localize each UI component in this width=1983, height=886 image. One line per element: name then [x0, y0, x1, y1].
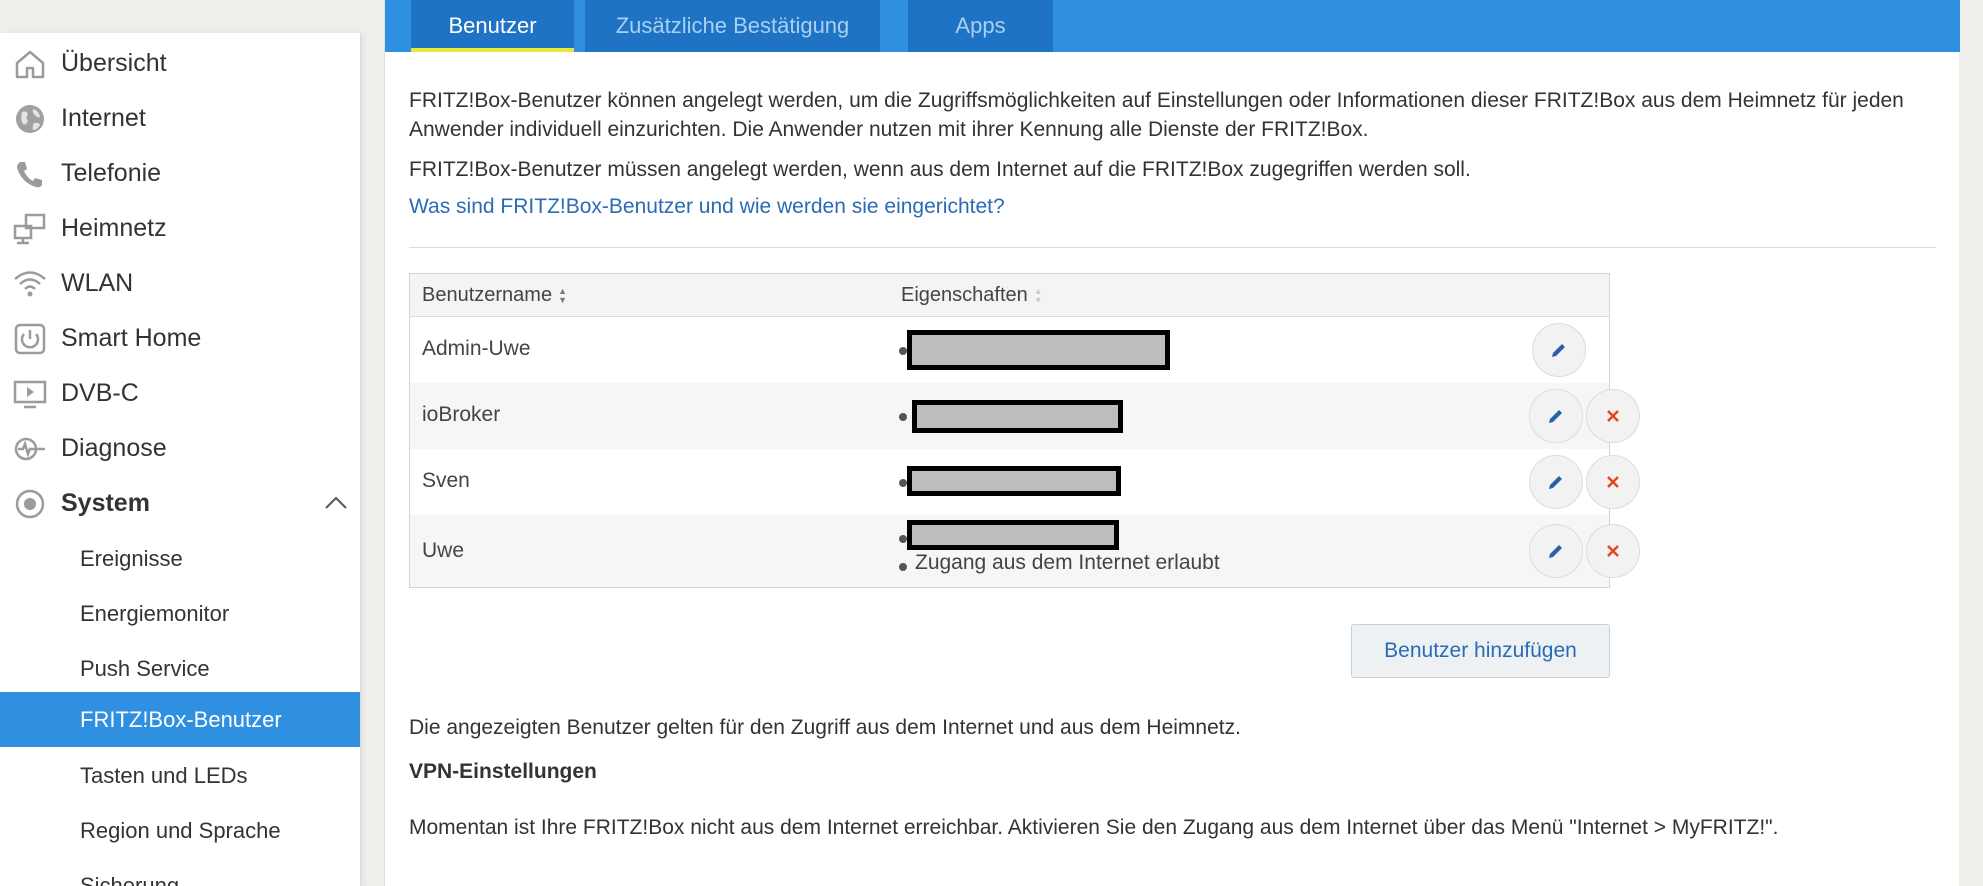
sidebar-item-sicherung[interactable]: Sicherung	[0, 858, 360, 886]
property-bullet	[899, 479, 907, 487]
nav-label: WLAN	[61, 269, 134, 297]
table-header: Benutzername ▲ ▼ Eigenschaften ▲ ▼	[410, 274, 1609, 317]
column-header-benutzername[interactable]: Benutzername ▲ ▼	[422, 284, 567, 307]
user-name: Sven	[422, 469, 470, 492]
nav-item-wlan[interactable]: WLAN	[0, 256, 360, 311]
delete-button[interactable]	[1586, 455, 1640, 509]
property-bullet	[899, 535, 907, 543]
edit-button[interactable]	[1529, 524, 1583, 578]
property-bullet	[899, 347, 907, 355]
tab-apps[interactable]: Apps	[908, 0, 1053, 52]
edit-button[interactable]	[1532, 323, 1586, 377]
pencil-icon	[1549, 410, 1562, 423]
nav-label: Übersicht	[61, 49, 167, 77]
nav-item-diagnose[interactable]: Diagnose	[0, 421, 360, 476]
note-text: Die angezeigten Benutzer gelten für den …	[409, 716, 1241, 739]
nav-item-internet[interactable]: Internet	[0, 91, 360, 146]
vpn-text: Momentan ist Ihre FRITZ!Box nicht aus de…	[409, 816, 1779, 839]
table-row: Uwe Zugang aus dem Internet erlaubt	[410, 515, 1640, 587]
intro-paragraph: FRITZ!Box-Benutzer können angelegt werde…	[409, 89, 1904, 141]
users-table: Benutzername ▲ ▼ Eigenschaften ▲ ▼ Admin-U…	[409, 273, 1640, 588]
delete-button[interactable]	[1586, 389, 1640, 443]
user-name: Admin-Uwe	[422, 337, 531, 360]
nav-label: System	[61, 489, 150, 517]
chevron-up-icon[interactable]	[323, 490, 349, 516]
column-header-eigenschaften[interactable]: Eigenschaften ▲ ▼	[901, 284, 1043, 307]
close-icon	[1607, 476, 1619, 488]
nav-item-smart-home[interactable]: Smart Home	[0, 311, 360, 366]
sort-icon: ▲ ▼	[1033, 285, 1043, 305]
edit-button[interactable]	[1529, 455, 1583, 509]
sidebar-item-energiemonitor[interactable]: Energiemonitor	[0, 586, 360, 641]
nav-label: Smart Home	[61, 324, 202, 352]
home-icon	[11, 45, 49, 83]
nav-label: Internet	[61, 104, 146, 132]
property-bullet	[899, 563, 907, 571]
power-icon	[11, 320, 49, 358]
sidebar: Übersicht Internet Telefonie Heimnetz WL…	[0, 33, 361, 886]
redacted-block	[912, 400, 1123, 433]
edit-button[interactable]	[1529, 389, 1583, 443]
tab-bar: Benutzer Zusätzliche Bestätigung Apps	[385, 0, 1960, 52]
delete-button[interactable]	[1586, 524, 1640, 578]
redacted-block	[907, 330, 1170, 370]
vpn-heading: VPN-Einstellungen	[409, 760, 597, 783]
phone-icon	[11, 155, 49, 193]
system-icon	[11, 485, 49, 523]
sidebar-item-ereignisse[interactable]: Ereignisse	[0, 531, 360, 586]
close-icon	[1607, 545, 1619, 557]
add-user-button[interactable]: Benutzer hinzufügen	[1351, 624, 1610, 678]
user-name: ioBroker	[422, 403, 501, 426]
close-icon	[1607, 410, 1619, 422]
redacted-block	[907, 466, 1121, 496]
sidebar-item-region-und-sprache[interactable]: Region und Sprache	[0, 803, 360, 858]
sidebar-item-tasten-und-leds[interactable]: Tasten und LEDs	[0, 748, 360, 803]
nav-item-telefonie[interactable]: Telefonie	[0, 146, 360, 201]
table-row: ioBroker	[410, 383, 1640, 449]
table-row: Sven	[410, 449, 1640, 515]
network-icon	[11, 210, 49, 248]
globe-icon	[11, 100, 49, 138]
sidebar-item-fritzbox-benutzer[interactable]: FRITZ!Box-Benutzer	[0, 692, 360, 747]
sidebar-item-push-service[interactable]: Push Service	[0, 641, 360, 696]
pencil-icon	[1549, 545, 1562, 558]
divider	[409, 247, 1936, 248]
nav-label: Heimnetz	[61, 214, 167, 242]
diagnose-icon	[11, 430, 49, 468]
tv-icon	[11, 375, 49, 413]
property-internet-access: Zugang aus dem Internet erlaubt	[915, 551, 1220, 574]
tab-zusaetzliche-bestaetigung[interactable]: Zusätzliche Bestätigung	[585, 0, 880, 52]
nav-label: Diagnose	[61, 434, 167, 462]
intro-paragraph-internet: FRITZ!Box-Benutzer müssen angelegt werde…	[409, 158, 1471, 181]
nav-label: Telefonie	[61, 159, 162, 187]
nav-item-heimnetz[interactable]: Heimnetz	[0, 201, 360, 256]
main-content: Benutzer Zusätzliche Bestätigung Apps FR…	[384, 0, 1960, 886]
help-link[interactable]: Was sind FRITZ!Box-Benutzer und wie werd…	[409, 195, 1005, 219]
nav-item-dvb-c[interactable]: DVB-C	[0, 366, 360, 421]
nav-label: DVB-C	[61, 379, 139, 407]
pencil-icon	[1552, 344, 1565, 357]
table-row: Admin-Uwe	[410, 317, 1609, 383]
pencil-icon	[1549, 476, 1562, 489]
nav-item-uebersicht[interactable]: Übersicht	[0, 36, 360, 91]
user-name: Uwe	[422, 539, 465, 562]
sort-icon: ▲ ▼	[558, 285, 567, 305]
wifi-icon	[11, 265, 49, 303]
nav-item-system[interactable]: System	[0, 476, 360, 531]
property-bullet	[899, 413, 907, 421]
tab-benutzer[interactable]: Benutzer	[411, 0, 574, 52]
redacted-block	[907, 520, 1119, 550]
